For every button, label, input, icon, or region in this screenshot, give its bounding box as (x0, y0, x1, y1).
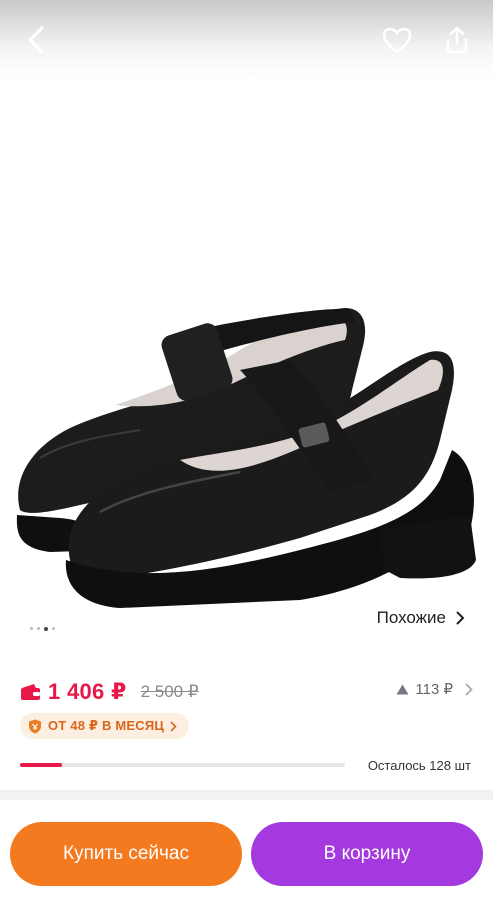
chevron-left-icon (28, 26, 44, 54)
share-icon (446, 26, 468, 54)
chevron-right-icon (170, 721, 177, 731)
chevron-right-icon (465, 683, 473, 695)
wallet-icon (21, 684, 40, 700)
price-section: 1 406 ₽ 2 500 ₽ 113 ₽ ОТ 48 ₽ В МЕСЯЦ Ос… (0, 660, 493, 800)
current-price: 1 406 ₽ (48, 679, 127, 704)
product-gallery[interactable]: Похожие (0, 0, 493, 660)
gallery-dot (30, 627, 33, 630)
similar-link[interactable]: Похожие (377, 608, 465, 628)
front-shoe (65, 351, 476, 608)
gallery-pagination (30, 626, 55, 631)
top-bar (0, 0, 493, 80)
product-page: Похожие 1 406 ₽ 2 500 ₽ 113 ₽ ОТ 48 ₽ В … (0, 0, 493, 900)
price-row: 1 406 ₽ 2 500 ₽ 113 ₽ (20, 678, 473, 706)
triangle-up-icon (396, 684, 409, 694)
section-divider (0, 790, 493, 800)
installment-badge[interactable]: ОТ 48 ₽ В МЕСЯЦ (20, 713, 190, 739)
gallery-dot (37, 627, 40, 630)
stock-label: Осталось 128 шт (367, 757, 471, 773)
back-button[interactable] (18, 22, 54, 58)
favorite-button[interactable] (379, 22, 415, 58)
stock-progress-bar (20, 763, 345, 767)
price-history-link[interactable]: 113 ₽ (396, 680, 473, 698)
buy-now-button[interactable]: Купить сейчас (10, 822, 242, 886)
installment-label: ОТ 48 ₽ В МЕСЯЦ (48, 718, 165, 733)
add-to-cart-button[interactable]: В корзину (251, 822, 483, 886)
similar-label: Похожие (376, 608, 446, 627)
chevron-right-icon (456, 611, 465, 625)
price-history-value: 113 ₽ (415, 681, 453, 698)
stock-progress-fill (20, 763, 63, 767)
gallery-dot-active (44, 626, 48, 631)
shield-icon (29, 719, 41, 733)
heart-icon (382, 27, 412, 53)
bottom-actions: Купить сейчас В корзину (0, 814, 493, 900)
product-image (16, 308, 476, 608)
stock-row: Осталось 128 шт (20, 756, 471, 774)
gallery-dot (52, 627, 55, 630)
old-price: 2 500 ₽ (140, 682, 199, 701)
share-button[interactable] (439, 22, 475, 58)
